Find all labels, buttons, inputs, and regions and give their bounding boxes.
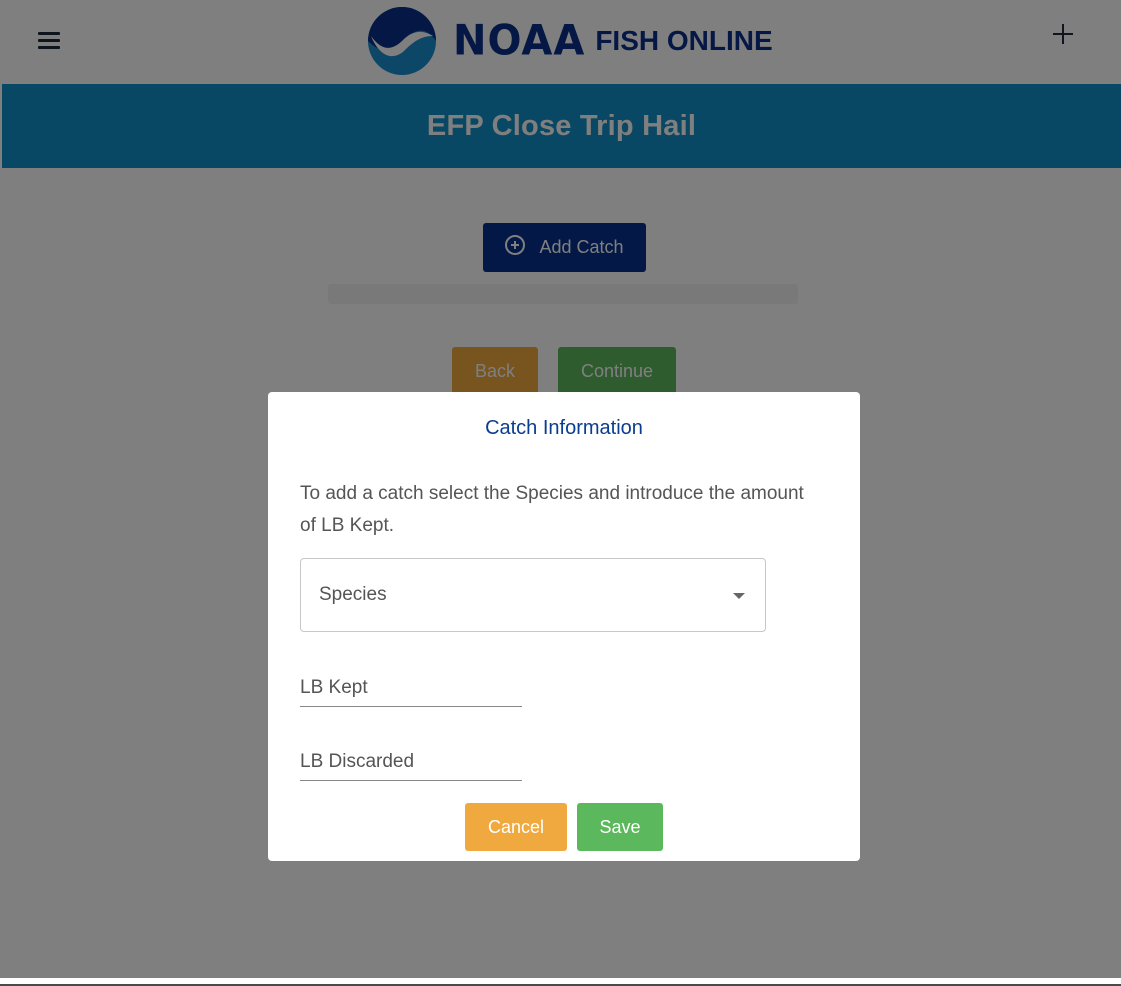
- dialog-title: Catch Information: [485, 417, 643, 439]
- catch-information-dialog: Catch Information To add a catch select …: [268, 392, 860, 861]
- species-select[interactable]: Species: [300, 558, 766, 632]
- lb-discarded-label: LB Discarded: [300, 751, 415, 772]
- dialog-description: To add a catch select the Species and in…: [300, 483, 804, 536]
- species-select-label: Species: [319, 584, 387, 605]
- app-root: NOAA FISH ONLINE EFP Close Trip Hail Add…: [0, 0, 1121, 978]
- save-button[interactable]: Save: [577, 803, 663, 851]
- cancel-button[interactable]: Cancel: [465, 803, 567, 851]
- lb-kept-label: LB Kept: [300, 677, 368, 698]
- caret-down-icon: [733, 593, 745, 599]
- lb-kept-field[interactable]: LB Kept: [300, 666, 522, 707]
- lb-discarded-field[interactable]: LB Discarded: [300, 740, 522, 781]
